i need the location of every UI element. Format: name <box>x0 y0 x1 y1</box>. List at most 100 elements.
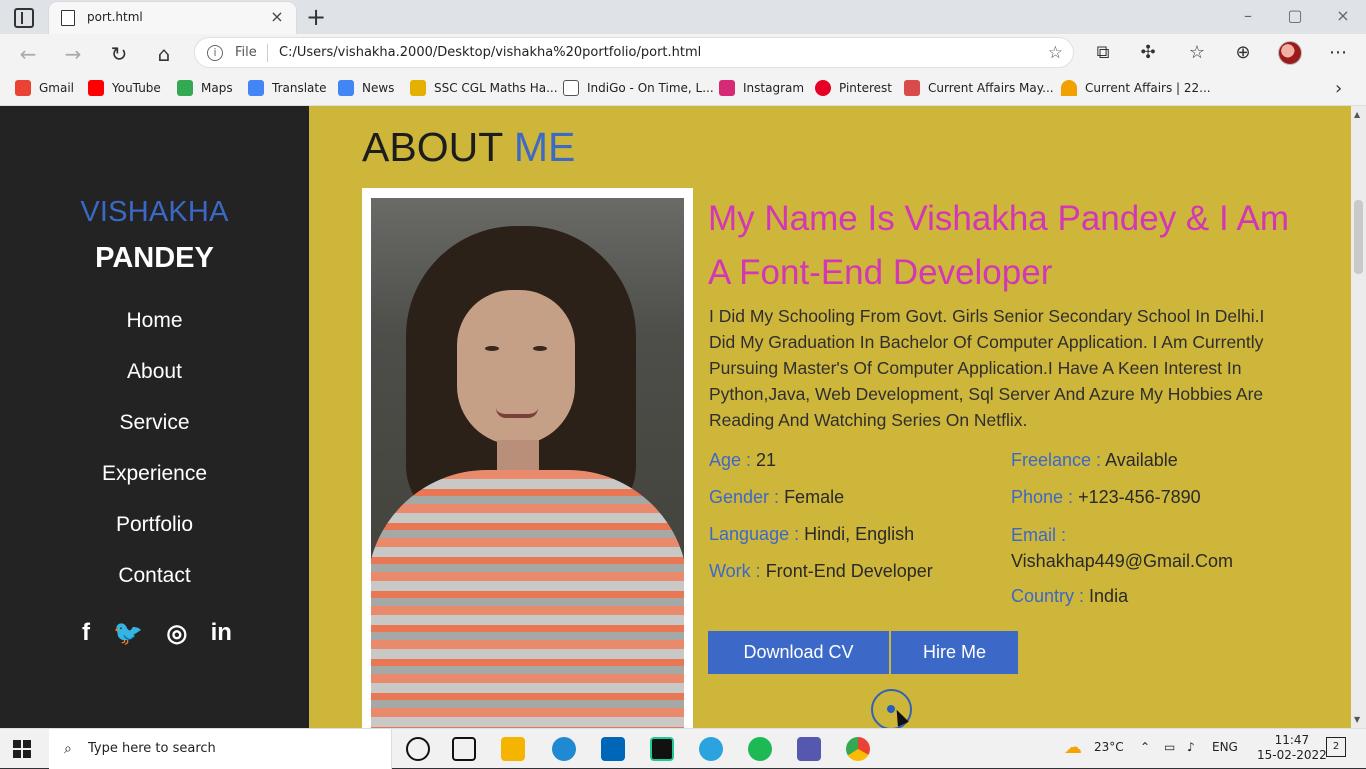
minimize-icon[interactable]: – <box>1236 6 1260 26</box>
bookmark-current-affairs-22[interactable]: Current Affairs | 22... <box>1061 79 1211 97</box>
notifications-icon[interactable]: 2 <box>1326 737 1346 757</box>
hire-me-button[interactable]: Hire Me <box>891 631 1018 674</box>
forward-icon[interactable]: → <box>62 43 84 65</box>
download-cv-button[interactable]: Download CV <box>708 631 889 674</box>
screen-capture-icon[interactable]: ⧉ <box>1091 41 1115 65</box>
clock-date: 15-02-2022 <box>1257 748 1327 762</box>
close-tab-icon[interactable]: × <box>267 7 287 27</box>
extensions-icon[interactable]: ✣ <box>1136 41 1160 65</box>
close-window-icon[interactable]: × <box>1331 6 1355 26</box>
detail-label: Country : <box>1011 586 1085 606</box>
taskbar-search[interactable]: ⌕ Type here to search <box>49 729 392 769</box>
taskbar: ⌕ Type here to search ☁ 23°C ⌃ ▭ ♪ ENG 1… <box>0 728 1366 769</box>
bookmark-translate[interactable]: Translate <box>248 79 327 97</box>
nav-home[interactable]: Home <box>0 306 309 357</box>
address-bar: ← → ↻ ⌂ i File C:/Users/vishakha.2000/De… <box>0 34 1366 72</box>
browser-window: port.html × + – ▢ × ← → ↻ ⌂ i File C:/Us… <box>0 0 1366 106</box>
bookmark-maps[interactable]: Maps <box>177 79 233 97</box>
page-icon <box>61 10 75 26</box>
sidebar-nav: Home About Service Experience Portfolio … <box>0 306 309 612</box>
profile-photo <box>371 198 684 728</box>
twitter-icon[interactable]: 🐦 <box>113 619 143 648</box>
instagram-icon[interactable]: ◎ <box>166 619 187 648</box>
bookmark-pinterest[interactable]: Pinterest <box>815 79 892 97</box>
scroll-up-icon[interactable]: ▲ <box>1354 110 1360 119</box>
weather-temperature[interactable]: 23°C <box>1094 740 1124 754</box>
bookmark-label: Current Affairs | 22... <box>1085 81 1211 95</box>
windows-start-icon[interactable] <box>13 740 31 758</box>
home-icon[interactable]: ⌂ <box>153 43 175 65</box>
weather-icon[interactable]: ☁ <box>1064 737 1082 758</box>
details-left: Age : 21 Gender : Female Language : Hind… <box>709 448 933 596</box>
detail-label: Phone : <box>1011 487 1074 507</box>
favorites-icon[interactable]: ☆ <box>1185 41 1209 65</box>
battery-icon[interactable]: ▭ <box>1164 740 1175 754</box>
nav-experience[interactable]: Experience <box>0 459 309 510</box>
cortana-icon[interactable] <box>406 737 430 761</box>
bookmark-label: Pinterest <box>839 81 893 95</box>
volume-muted-icon[interactable]: ♪ <box>1187 740 1195 754</box>
bookmark-ssc[interactable]: SSC CGL Maths Ha... <box>410 79 558 97</box>
info-icon[interactable]: i <box>207 45 223 61</box>
page-scrollbar[interactable]: ▲ ▼ <box>1351 106 1366 728</box>
refresh-icon[interactable]: ↻ <box>108 43 130 65</box>
nav-portfolio[interactable]: Portfolio <box>0 510 309 561</box>
bookmark-youtube[interactable]: YouTube <box>88 79 161 97</box>
pycharm-icon[interactable] <box>650 737 674 761</box>
detail-value: Female <box>784 487 845 507</box>
facebook-icon[interactable]: f <box>82 619 90 647</box>
sidebar: VISHAKHA PANDEY Home About Service Exper… <box>0 106 309 728</box>
address-input[interactable]: i File C:/Users/vishakha.2000/Desktop/vi… <box>194 37 1074 68</box>
address-separator <box>267 44 268 62</box>
url-text[interactable]: C:/Users/vishakha.2000/Desktop/vishakha%… <box>279 45 701 60</box>
nav-about[interactable]: About <box>0 357 309 408</box>
bookmark-label: Current Affairs May... <box>928 81 1054 95</box>
nav-service[interactable]: Service <box>0 408 309 459</box>
show-hidden-icons[interactable]: ⌃ <box>1140 740 1150 754</box>
more-bookmarks-icon[interactable]: › <box>1335 78 1342 99</box>
telegram-icon[interactable] <box>699 737 723 761</box>
scroll-down-icon[interactable]: ▼ <box>1354 715 1360 724</box>
bookmark-instagram[interactable]: Instagram <box>719 79 804 97</box>
bookmark-news[interactable]: News <box>338 79 394 97</box>
social-links: f 🐦 ◎ in <box>82 618 232 648</box>
bookmark-current-affairs-may[interactable]: Current Affairs May... <box>904 79 1054 97</box>
news-icon <box>338 80 354 96</box>
bookmark-label: SSC CGL Maths Ha... <box>434 81 558 95</box>
ssc-icon <box>410 80 426 96</box>
edge-icon[interactable] <box>552 737 576 761</box>
photo-eye <box>533 346 547 351</box>
current-affairs-icon <box>1061 80 1077 96</box>
teams-icon[interactable] <box>797 737 821 761</box>
vscode-icon[interactable] <box>601 737 625 761</box>
more-icon[interactable]: ⋯ <box>1326 41 1350 65</box>
tab-actions-icon[interactable] <box>14 8 34 28</box>
back-icon[interactable]: ← <box>17 43 39 65</box>
input-language[interactable]: ENG <box>1212 740 1238 754</box>
bookmark-label: Maps <box>201 81 233 95</box>
bookmark-label: Instagram <box>743 81 805 95</box>
detail-gender: Gender : Female <box>709 485 933 522</box>
restore-icon[interactable]: ▢ <box>1283 6 1307 26</box>
clock-time: 11:47 <box>1274 733 1310 747</box>
linkedin-icon[interactable]: in <box>211 619 232 647</box>
file-explorer-icon[interactable] <box>501 737 525 761</box>
bookmark-label: IndiGo - On Time, L... <box>587 81 714 95</box>
photo-eye <box>485 346 499 351</box>
browser-tab[interactable]: port.html × <box>49 2 296 34</box>
nav-contact[interactable]: Contact <box>0 561 309 612</box>
new-tab-icon[interactable]: + <box>304 5 328 29</box>
spotify-icon[interactable] <box>748 737 772 761</box>
collections-icon[interactable]: ⊕ <box>1231 41 1255 65</box>
chrome-icon[interactable] <box>846 737 870 761</box>
system-clock[interactable]: 11:47 15-02-2022 <box>1257 733 1327 763</box>
tab-strip: port.html × + – ▢ × <box>0 0 1366 34</box>
profile-avatar[interactable] <box>1278 41 1302 65</box>
task-view-icon[interactable] <box>452 737 476 761</box>
detail-value: Vishakhap449@Gmail.Com <box>1011 551 1234 571</box>
favorite-star-icon[interactable]: ☆ <box>1048 43 1063 63</box>
detail-label: Email : <box>1011 525 1067 545</box>
scrollbar-thumb[interactable] <box>1354 200 1363 274</box>
bookmark-gmail[interactable]: Gmail <box>15 79 74 97</box>
bookmark-indigo[interactable]: IndiGo - On Time, L... <box>563 79 714 97</box>
